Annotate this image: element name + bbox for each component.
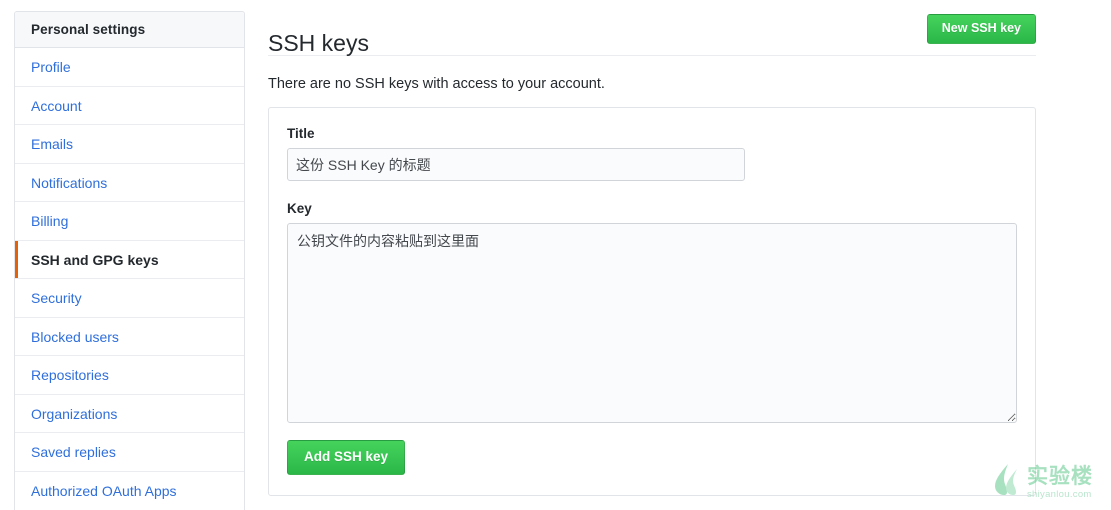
watermark-name-en: shiyanlou.com	[1027, 488, 1092, 500]
sidebar-item-label: Notifications	[31, 174, 108, 191]
sidebar-item-blocked-users[interactable]: Blocked users	[15, 318, 244, 356]
sidebar-item-ssh-and-gpg-keys[interactable]: SSH and GPG keys	[15, 240, 244, 279]
sidebar-menu: Profile Account Emails Notifications Billing…	[15, 48, 244, 510]
ssh-key-body-textarea[interactable]	[287, 223, 1017, 423]
sidebar-item-label: Profile	[31, 59, 71, 75]
page-title: SSH keys	[268, 30, 369, 57]
sidebar-header: Personal settings	[15, 12, 244, 48]
sidebar-item-label: Security	[31, 290, 82, 306]
sidebar-item-label: Billing	[31, 213, 69, 229]
add-ssh-key-button[interactable]: Add SSH key	[287, 440, 406, 475]
ssh-key-title-input[interactable]	[287, 148, 745, 181]
add-ssh-key-form: Title Key Add SSH key	[268, 107, 1036, 496]
personal-settings-sidebar: Personal settings Profile Account Emails No…	[14, 11, 245, 510]
watermark-text: 实验楼 shiyanlou.com	[1027, 466, 1093, 500]
sidebar-item-label: SSH and GPG keys	[31, 251, 159, 268]
sidebar-item-authorized-oauth-apps[interactable]: Authorized OAuth Apps	[15, 472, 244, 510]
sidebar-item-notifications[interactable]: Notifications	[15, 164, 244, 202]
sidebar-item-organizations[interactable]: Organizations	[15, 395, 244, 433]
watermark-name-cn: 实验楼	[1027, 464, 1093, 488]
title-field-label: Title	[287, 126, 315, 141]
sidebar-item-label: Saved replies	[31, 444, 116, 460]
page-header: SSH keys New SSH key	[268, 0, 1036, 56]
new-ssh-key-button[interactable]: New SSH key	[926, 14, 1036, 44]
sidebar-item-label: Organizations	[31, 405, 118, 422]
sidebar-item-saved-replies[interactable]: Saved replies	[15, 433, 244, 472]
empty-state-message: There are no SSH keys with access to you…	[268, 76, 605, 92]
sidebar-item-security[interactable]: Security	[15, 279, 244, 318]
sidebar-item-billing[interactable]: Billing	[15, 202, 244, 241]
sidebar-item-label: Repositories	[31, 367, 109, 383]
sidebar-item-profile[interactable]: Profile	[15, 48, 244, 87]
sidebar-item-emails[interactable]: Emails	[15, 125, 244, 164]
sidebar-item-label: Blocked users	[31, 328, 119, 345]
sidebar-item-label: Authorized OAuth Apps	[31, 482, 177, 499]
key-field-label: Key	[287, 201, 312, 216]
sidebar-item-label: Emails	[31, 136, 74, 152]
sidebar-item-account[interactable]: Account	[15, 87, 244, 125]
sidebar-item-repositories[interactable]: Repositories	[15, 356, 244, 395]
main-content: SSH keys New SSH key There are no SSH ke…	[268, 0, 1036, 496]
sidebar-item-label: Account	[31, 97, 82, 114]
